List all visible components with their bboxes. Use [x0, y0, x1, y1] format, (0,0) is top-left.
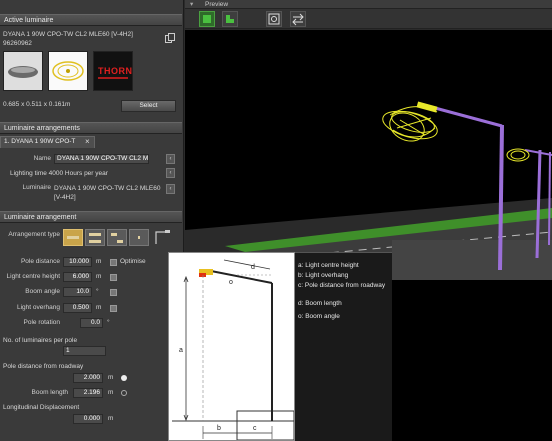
boom-angle-label: Boom angle	[25, 288, 60, 295]
arrangement-type-label: Arrangement type	[8, 231, 60, 238]
settings-panel: Active luminaire DYANA 1 90W CPO-TW CL2 …	[0, 0, 184, 441]
light-overhang-field[interactable]: 0.500	[63, 303, 92, 313]
copy-icon[interactable]	[165, 33, 175, 43]
label-a: a	[179, 347, 183, 354]
arrangement-diagram: a b c d o	[168, 252, 295, 441]
boom-angle-lock[interactable]	[110, 289, 117, 296]
name-arrow-icon[interactable]: ‹	[166, 154, 175, 164]
boom-angle-field[interactable]: 10.0	[63, 287, 92, 297]
pole-distance-roadway-field[interactable]: 2.000	[73, 373, 103, 383]
light-centre-height-lock[interactable]	[110, 274, 117, 281]
legend-b: b: Light overhang	[298, 272, 349, 279]
fit-view-icon[interactable]	[266, 11, 282, 27]
luminaire-line1: DYANA 1 90W CPO-TW CL2 MLE60	[54, 185, 161, 192]
optimise-label: Optimise	[120, 258, 146, 265]
arrows-icon[interactable]	[290, 11, 306, 27]
lighting-time-arrow-icon[interactable]: ‹	[166, 168, 175, 178]
tab-arrangement-1[interactable]: 1. DYANA 1 90W CPO-T ×	[0, 136, 95, 148]
legend-a: a: Light centre height	[298, 262, 359, 269]
thorn-logo: THORN	[93, 51, 133, 91]
light-overhang-lock[interactable]	[110, 305, 117, 312]
label-o: o	[229, 279, 233, 286]
section-active-luminaire: Active luminaire	[0, 14, 182, 26]
pole-rotation-unit: °	[107, 319, 110, 326]
boom-length-radio[interactable]	[121, 390, 127, 396]
luminaire-mesh-2	[506, 148, 530, 162]
pole-rotation-field[interactable]: 0.0	[80, 318, 103, 328]
boom-length-field[interactable]: 2.196	[73, 388, 103, 398]
luminaire-name: DYANA 1 90W CPO-TW CL2 MLE60 [V-4H2]	[3, 31, 133, 38]
longitudinal-field[interactable]: 0.000	[73, 414, 103, 424]
close-icon[interactable]: ×	[85, 137, 90, 146]
boom-length-unit: m	[108, 389, 114, 396]
luminaire-dimensions: 0.685 x 0.511 x 0.161m	[3, 101, 71, 108]
select-button[interactable]: Select	[121, 100, 176, 112]
luminaires-per-pole-label: No. of luminaires per pole	[3, 337, 78, 344]
section-luminaire-arrangements: Luminaire arrangements	[0, 122, 182, 134]
luminaires-per-pole-field[interactable]: 1	[63, 346, 106, 356]
label-c: c	[253, 425, 257, 432]
lighting-time: Lighting time 4000 Hours per year	[10, 170, 108, 177]
arrangement-custom-icon[interactable]	[153, 229, 173, 246]
tab-label: 1. DYANA 1 90W CPO-T	[4, 138, 76, 145]
luminaire-photo	[3, 51, 43, 91]
pole-distance-label: Pole distance	[20, 258, 60, 265]
light-overhang-label: Light overhang	[16, 304, 60, 311]
boom-length-label: Boom length	[31, 389, 69, 396]
legend-d: d: Boom length	[298, 300, 342, 307]
light-distribution-image	[48, 51, 88, 91]
optimise-checkbox[interactable]	[110, 259, 117, 266]
pole-distance-unit: m	[96, 258, 102, 265]
luminaire-mesh-1	[382, 106, 438, 142]
name-field[interactable]: DYANA 1 90W CPO-TW CL2 M	[54, 154, 149, 164]
luminaire-label: Luminaire	[22, 184, 51, 191]
label-b: b	[217, 425, 221, 432]
diagram-legend: a: Light centre height b: Light overhang…	[295, 252, 392, 441]
longitudinal-unit: m	[108, 415, 114, 422]
section-luminaire-arrangement: Luminaire arrangement	[0, 211, 182, 223]
pole-distance-roadway-unit: m	[108, 374, 114, 381]
preview-label: Preview	[205, 1, 229, 8]
arrangement-opposite-button[interactable]	[85, 229, 105, 246]
preview-title: ▾ Preview	[185, 0, 552, 9]
luminaire-arrow-icon[interactable]: ‹	[166, 184, 175, 194]
arrangement-staggered-button[interactable]	[107, 229, 127, 246]
luminaire-line2: [V-4H2]	[54, 194, 76, 201]
preview-toolbar	[185, 9, 552, 29]
arrangement-central-button[interactable]	[129, 229, 149, 246]
green-box-icon[interactable]	[199, 11, 215, 27]
light-overhang-unit: m	[96, 304, 102, 311]
green-floor-icon[interactable]	[222, 11, 238, 27]
light-centre-height-field[interactable]: 6.000	[63, 272, 92, 282]
longitudinal-label: Longitudinal Displacement	[3, 404, 80, 411]
pole-distance-roadway-label: Pole distance from roadway	[3, 363, 84, 370]
luminaire-code: 96260962	[3, 40, 32, 47]
light-centre-height-label: Light centre height	[6, 273, 60, 280]
legend-o: o: Boom angle	[298, 313, 340, 320]
pole-distance-field[interactable]: 10.000	[63, 257, 92, 267]
collapse-icon[interactable]: ▾	[190, 0, 193, 9]
light-centre-height-unit: m	[96, 273, 102, 280]
arrangement-single-side-button[interactable]	[63, 229, 83, 246]
legend-c: c: Pole distance from roadway	[298, 282, 386, 289]
label-d: d	[251, 264, 255, 271]
pole-distance-radio[interactable]	[121, 375, 127, 381]
name-label: Name	[33, 155, 51, 162]
boom-angle-unit: °	[96, 288, 99, 295]
pole-rotation-label: Pole rotation	[23, 319, 61, 326]
